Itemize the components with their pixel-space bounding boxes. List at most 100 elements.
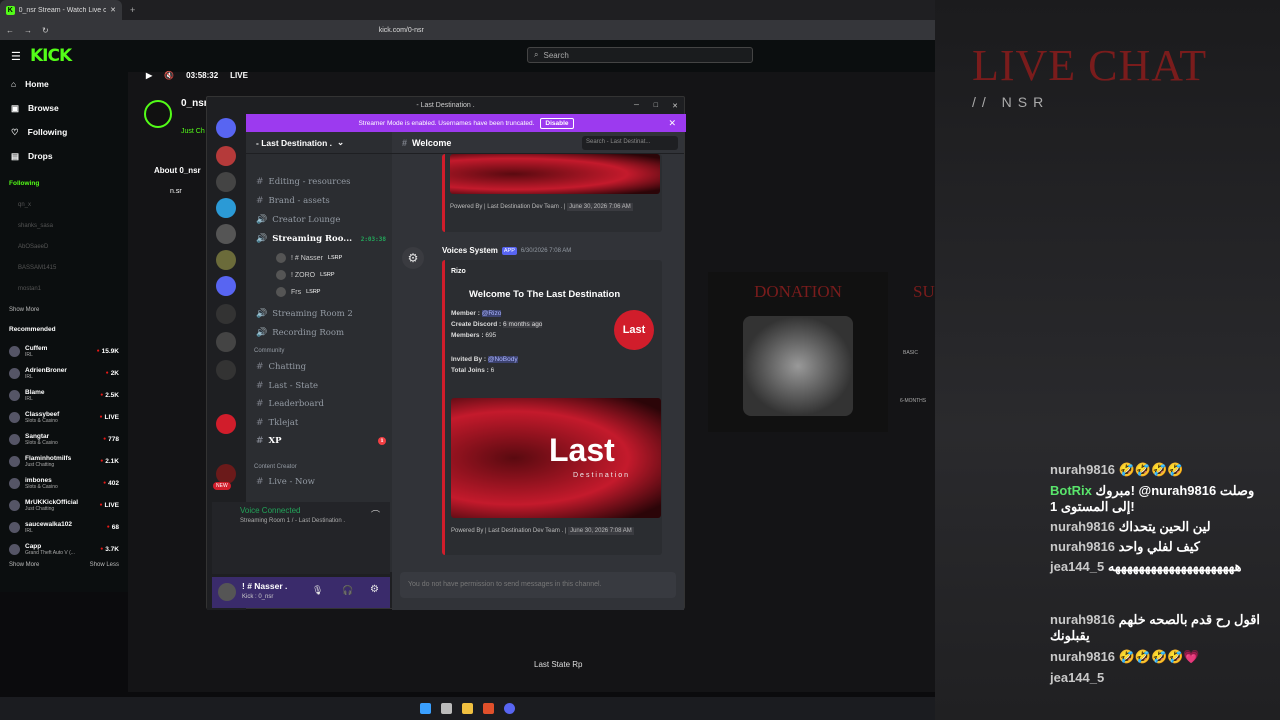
show-less-button[interactable]: Show Less — [90, 562, 119, 568]
mute-icon[interactable]: 🔇 — [164, 71, 174, 80]
play-icon[interactable]: ▶ — [146, 71, 152, 80]
channel-item[interactable]: # Chatting — [246, 362, 392, 372]
server-icon[interactable] — [216, 332, 236, 352]
disconnect-icon[interactable]: ⌒ — [371, 508, 380, 521]
search-input[interactable]: ⌕ Search — [527, 47, 753, 63]
maximize-icon[interactable]: □ — [654, 102, 658, 109]
voice-member[interactable]: ! ZORO LSRP — [246, 270, 392, 280]
server-icon[interactable] — [216, 464, 236, 484]
server-icon[interactable] — [216, 146, 236, 166]
channel-item[interactable]: 🔊 Recording Room — [246, 328, 392, 338]
channel-item[interactable]: # XP 1 — [246, 436, 392, 446]
channel-avatar — [9, 345, 20, 357]
recommended-item[interactable]: CuffemIRL 15.9K — [0, 340, 128, 362]
chevron-down-icon: ⌄ — [337, 137, 345, 147]
browser-tab[interactable]: K 0_nsr Stream - Watch Live on Ki ✕ — [0, 0, 122, 20]
back-icon[interactable]: ← — [6, 26, 14, 35]
category-community[interactable]: Community — [254, 348, 284, 354]
channel-name: Classybeef — [25, 410, 60, 418]
headphones-icon[interactable]: 🎧 — [342, 585, 353, 596]
disable-button[interactable]: Disable — [540, 117, 574, 129]
microphone-icon[interactable]: 🎙 — [312, 585, 323, 596]
category-content-creator[interactable]: Content Creator — [254, 464, 297, 470]
discord-app-icon[interactable] — [504, 703, 515, 714]
following-item[interactable]: shanks_sasa — [0, 215, 128, 236]
player-controls: ▶ 🔇 03:58:32 LIVE — [128, 66, 935, 84]
channel-item[interactable]: 🔊 Streaming Roo... 2:03:38 — [246, 234, 392, 244]
task-view-icon[interactable] — [441, 703, 452, 714]
search-icon: ⌕ — [534, 50, 539, 59]
search-placeholder: Search — [543, 50, 569, 60]
kick-logo[interactable]: KICK — [30, 46, 72, 66]
server-icon[interactable] — [216, 360, 236, 380]
minimize-icon[interactable]: ─ — [634, 102, 639, 109]
recommended-item[interactable]: imbonesSlots & Casino 402 — [0, 472, 128, 494]
nav-following[interactable]: ♡ Following — [0, 120, 128, 144]
message-avatar[interactable]: ⚙ — [402, 247, 424, 269]
show-more-button[interactable]: Show More — [9, 562, 39, 568]
server-icon[interactable] — [216, 224, 236, 244]
server-icon[interactable] — [216, 304, 236, 324]
recommended-item[interactable]: saucewalka102IRL 68 — [0, 516, 128, 538]
server-header[interactable]: - Last Destination . ⌄ — [246, 132, 392, 154]
brave-browser-icon[interactable] — [483, 703, 494, 714]
recommended-item[interactable]: AdrienBronerIRL 2K — [0, 362, 128, 384]
nav-drops[interactable]: ▤ Drops — [0, 144, 128, 168]
home-server-icon[interactable] — [216, 118, 236, 138]
file-explorer-icon[interactable] — [462, 703, 473, 714]
following-item[interactable]: AbOSaeeD — [0, 236, 128, 257]
channel-item[interactable]: # Leaderboard — [246, 399, 392, 409]
menu-icon[interactable]: ☰ — [11, 50, 21, 63]
streamer-avatar[interactable] — [144, 100, 172, 128]
recommended-item[interactable]: MrUKKickOfficialJust Chatting LIVE — [0, 494, 128, 516]
reload-icon[interactable]: ↻ — [42, 26, 49, 35]
voice-member[interactable]: ! # Nasser LSRP — [246, 253, 392, 263]
show-more-following[interactable]: Show More — [0, 299, 128, 320]
nav-home[interactable]: ⌂ Home — [0, 72, 128, 96]
following-item[interactable]: BASSAM1415 — [0, 257, 128, 278]
chat-search-input[interactable]: Search - Last Destinat... — [582, 136, 678, 150]
server-icon[interactable] — [216, 414, 236, 434]
channel-item[interactable]: 🔊 Streaming Room 2 — [246, 309, 392, 319]
server-icon[interactable] — [216, 198, 236, 218]
created-label: Create Discord : — [451, 321, 502, 328]
close-banner-icon[interactable]: ✕ — [668, 118, 676, 129]
recommended-item[interactable]: ClassybeefSlots & Casino LIVE — [0, 406, 128, 428]
new-tab-icon[interactable]: + — [130, 5, 135, 15]
recommended-item[interactable]: BlameIRL 2.5K — [0, 384, 128, 406]
following-item[interactable]: qn_x — [0, 194, 128, 215]
member-mention[interactable]: @Rizo — [481, 310, 502, 317]
nav-browse[interactable]: ▣ Browse — [0, 96, 128, 120]
recommended-item[interactable]: CappGrand Theft Auto V (... 3.7K — [0, 538, 128, 560]
streamer-name[interactable]: 0_nsr — [181, 98, 208, 109]
url-field[interactable]: kick.com/0-nsr — [379, 27, 424, 34]
user-avatar[interactable] — [218, 583, 236, 601]
channel-avatar — [9, 477, 20, 489]
recommended-item[interactable]: FlaminhotmilfsJust Chatting 2.1K — [0, 450, 128, 472]
close-icon[interactable]: ✕ — [672, 102, 678, 110]
channel-item[interactable]: # Brand - assets — [246, 196, 392, 206]
discord-social-link[interactable]: n.sr — [170, 188, 182, 195]
invited-mention[interactable]: @NoBody — [487, 356, 518, 363]
voice-member[interactable]: Frs LSRP — [246, 287, 392, 297]
channel-item[interactable]: 🔊 Creator Lounge — [246, 215, 392, 225]
forward-icon[interactable]: → — [24, 26, 32, 35]
channel-item[interactable]: # Tklejat — [246, 418, 392, 428]
voice-room[interactable]: Streaming Room 1 / - Last Destination . — [240, 518, 345, 524]
chat-search-placeholder: Search - Last Destinat... — [586, 139, 651, 145]
streamer-category[interactable]: Just Ch — [181, 128, 205, 135]
message-author[interactable]: Voices System — [442, 246, 498, 255]
settings-gear-icon[interactable]: ⚙ — [370, 584, 379, 595]
channel-item[interactable]: # Live - Now — [246, 477, 392, 487]
channel-name: Leaderboard — [268, 399, 324, 409]
server-icon[interactable] — [216, 250, 236, 270]
server-icon[interactable] — [216, 276, 236, 296]
live-indicator: LIVE — [230, 70, 248, 80]
close-tab-icon[interactable]: ✕ — [110, 6, 116, 14]
following-item[interactable]: mostan1 — [0, 278, 128, 299]
channel-item[interactable]: # Editing - resources — [246, 177, 392, 187]
channel-item[interactable]: # Last - State — [246, 381, 392, 391]
server-icon[interactable] — [216, 172, 236, 192]
windows-start-icon[interactable] — [420, 703, 431, 714]
recommended-item[interactable]: SangtarSlots & Casino 778 — [0, 428, 128, 450]
